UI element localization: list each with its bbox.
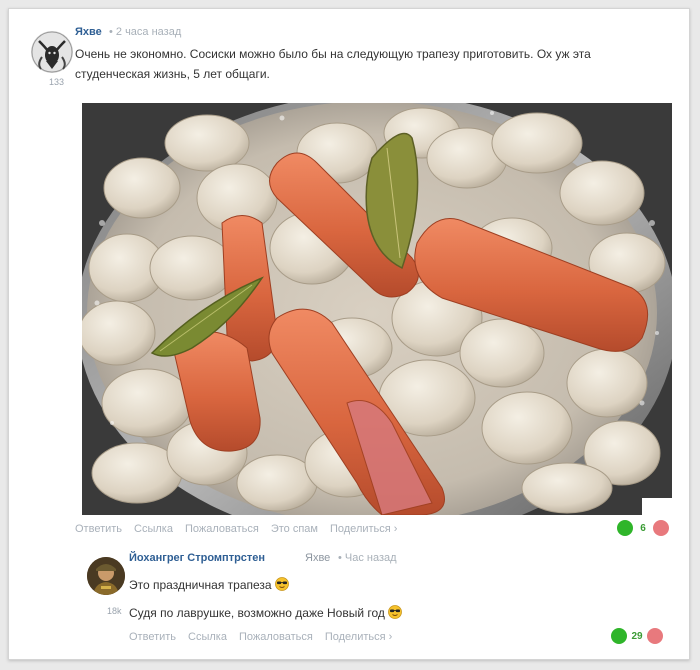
vote-count: 6 — [640, 522, 646, 534]
reply-user-score: 18k — [107, 606, 122, 616]
user-score: 133 — [49, 77, 65, 87]
reply-vote-count: 29 — [631, 630, 643, 642]
pot-of-dumplings-and-sausages-photo — [82, 103, 672, 515]
reply-link-button[interactable]: Ссылка — [188, 631, 227, 643]
sunglasses-face-icon — [388, 605, 402, 625]
sunglasses-face-icon — [274, 577, 289, 597]
reply-upvote-button[interactable] — [611, 628, 627, 644]
reply-button[interactable]: Ответить — [75, 523, 122, 535]
reply-to-user[interactable]: Яхве — [305, 552, 330, 564]
share-button[interactable]: Поделиться › — [330, 523, 397, 535]
downvote-button[interactable] — [653, 520, 669, 536]
reply-author[interactable]: Йохангрег Стромптрстен — [129, 552, 265, 564]
comment-time[interactable]: • 2 часа назад — [109, 26, 181, 38]
reply-text-1: Это праздничная трапеза — [129, 578, 272, 592]
reply-votes: 29 — [611, 628, 663, 644]
reply-avatar[interactable] — [87, 557, 125, 595]
soldier-portrait-icon — [87, 557, 125, 595]
comment-actions: Ответить Ссылка Пожаловаться Это спам По… — [75, 523, 397, 535]
comment-author[interactable]: Яхве — [75, 26, 102, 38]
comment-card: 133 Яхве • 2 часа назад Очень не экономн… — [8, 8, 690, 660]
upvote-button[interactable] — [617, 520, 633, 536]
reply-text-2: Судя по лаврушке, возможно даже Новый го… — [129, 606, 385, 620]
spam-button[interactable]: Это спам — [271, 523, 318, 535]
user-avatar[interactable] — [31, 31, 73, 73]
attached-photo[interactable] — [82, 103, 672, 515]
reply-downvote-button[interactable] — [647, 628, 663, 644]
baphomet-icon — [31, 31, 73, 73]
reply-text-line-1: Это праздничная трапеза — [129, 575, 289, 597]
reply-actions: Ответить Ссылка Пожаловаться Поделиться … — [129, 631, 392, 643]
reply-reply-button[interactable]: Ответить — [129, 631, 176, 643]
reply-share-button[interactable]: Поделиться › — [325, 631, 392, 643]
reply-text-line-2: Судя по лаврушке, возможно даже Новый го… — [129, 603, 402, 625]
link-button[interactable]: Ссылка — [134, 523, 173, 535]
reply-report-button[interactable]: Пожаловаться — [239, 631, 313, 643]
comment-votes: 6 — [617, 520, 669, 536]
reply-time[interactable]: • Час назад — [338, 552, 397, 564]
report-button[interactable]: Пожаловаться — [185, 523, 259, 535]
comment-text-line-2: студенческая жизнь, 5 лет общаги. — [75, 67, 270, 81]
comment-text-line-1: Очень не экономно. Сосиски можно было бы… — [75, 47, 591, 61]
